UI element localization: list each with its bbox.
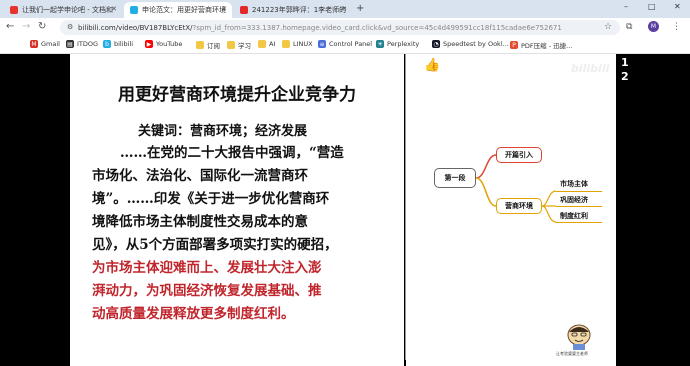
bookmark-star-icon[interactable]: ☆ bbox=[604, 22, 612, 32]
bookmark-pdf[interactable]: P PDF压缩 - 迅捷... bbox=[510, 40, 572, 50]
slide-page: 用更好营商环境提升企业竞争力 关键词：营商环境；经济发展 ……在党的二十大报告中… bbox=[70, 54, 404, 366]
bilibili-icon: b bbox=[103, 40, 111, 48]
bookmark-label: Perplexity bbox=[387, 40, 420, 48]
mindmap-leaf: 市场主体 bbox=[560, 180, 588, 188]
mindmap-leaf: 制度红利 bbox=[560, 212, 588, 220]
url-host-path: bilibili.com/video/BV187BLYcEtX/ bbox=[78, 23, 193, 32]
tab-strip: 让我们一起学申论吧 - 文档和 ✕ 申论范文：用更好营商环境 ✕ 241223年… bbox=[0, 0, 690, 18]
bookmarks-bar: M Gmail ▤ ITDOG b bilibili ▶ YouTube 订阅 学习 A… bbox=[0, 37, 690, 54]
tab-label: 241223年郭晔评：1李老师的 bbox=[252, 6, 347, 14]
mindmap-root: 第一段 bbox=[434, 168, 476, 188]
tab-youtube-video[interactable]: 241223年郭晔评：1李老师的 ✕ bbox=[234, 2, 352, 18]
bookmark-label: Gmail bbox=[41, 40, 60, 48]
connector-to-leaf-3 bbox=[541, 205, 557, 223]
bilibili-tab-icon bbox=[130, 6, 138, 14]
perplexity-icon: ✳ bbox=[376, 40, 384, 48]
site-info-icon[interactable]: ⚙ bbox=[67, 23, 73, 31]
menu-icon[interactable]: ⋮ bbox=[672, 22, 681, 32]
slide-title: 用更好营商环境提升企业竞争力 bbox=[118, 85, 356, 105]
mindmap-leaf: 巩固经济 bbox=[560, 196, 588, 204]
minimize-button[interactable]: – bbox=[624, 2, 628, 11]
bookmark-label: YouTube bbox=[156, 40, 183, 48]
profile-avatar[interactable]: M bbox=[648, 21, 659, 32]
close-window-button[interactable]: ✕ bbox=[674, 2, 681, 11]
close-tab-icon[interactable]: ✕ bbox=[111, 5, 117, 13]
tab-favicon-icon bbox=[10, 6, 18, 14]
gmail-icon: M bbox=[30, 40, 38, 48]
tab-current-video[interactable]: 申论范文：用更好营商环境 ✕ bbox=[124, 2, 232, 18]
slide-line: 见》，从5个方面部署多项实打实的硬招， bbox=[92, 237, 338, 253]
reload-icon[interactable]: ↻ bbox=[38, 21, 46, 32]
teacher-mascot-icon bbox=[567, 324, 591, 350]
mindmap-branch-intro: 开篇引入 bbox=[496, 147, 542, 163]
bookmark-label: LINUX bbox=[293, 40, 313, 48]
folder-icon bbox=[196, 41, 204, 49]
bookmark-label: 学习 bbox=[238, 42, 251, 50]
slide-line: 境”。……印发《关于进一步优化营商环 bbox=[92, 191, 330, 207]
bookmark-folder-linux[interactable]: LINUX bbox=[282, 40, 313, 48]
new-tab-button[interactable]: + bbox=[356, 3, 364, 14]
itdog-icon: ▤ bbox=[66, 40, 74, 48]
connector-to-env bbox=[475, 177, 497, 207]
slide-body: ……在党的二十大报告中强调，“营造 市场化、法治化、国际化一流营商环 境”。……… bbox=[92, 142, 392, 326]
close-tab-icon[interactable]: ✕ bbox=[341, 5, 347, 13]
bookmark-youtube[interactable]: ▶ YouTube bbox=[145, 40, 182, 48]
folder-icon bbox=[258, 40, 266, 48]
forward-arrow-icon[interactable]: → bbox=[22, 21, 30, 32]
connector-to-intro bbox=[475, 154, 497, 179]
slide-line-highlight: 湃动力，为巩固经济恢复发展基础、推 bbox=[92, 283, 322, 299]
tab-shenlun-doc[interactable]: 让我们一起学申论吧 - 文档和 ✕ bbox=[4, 2, 122, 18]
leaf-underline bbox=[556, 222, 602, 223]
youtube-tab-icon bbox=[240, 6, 248, 14]
side-number: 2 bbox=[621, 70, 629, 83]
pdf-icon: P bbox=[510, 41, 518, 49]
extensions-icon[interactable]: ⧉ bbox=[626, 22, 632, 32]
folder-icon bbox=[282, 40, 290, 48]
slide-line-highlight: 为市场主体迎难而上、发展壮大注入澎 bbox=[92, 260, 322, 276]
bookmark-itdog[interactable]: ▤ ITDOG bbox=[66, 40, 98, 48]
close-tab-icon[interactable]: ✕ bbox=[221, 5, 227, 13]
bookmark-control-panel[interactable]: ≡ Control Panel bbox=[318, 40, 372, 48]
browser-toolbar: ← → ↻ ⚙ bilibili.com/video/BV187BLYcEtX/… bbox=[0, 18, 690, 37]
bookmark-speedtest[interactable]: ◔ Speedtest by Ookl... bbox=[432, 40, 509, 48]
bookmark-label: AI bbox=[269, 40, 276, 48]
mascot-caption: 让考验婆婆主老师 bbox=[556, 351, 588, 356]
bookmark-label: ITDOG bbox=[77, 40, 99, 48]
side-number: 1 bbox=[621, 56, 629, 69]
bookmark-bilibili[interactable]: b bilibili bbox=[103, 40, 133, 48]
address-bar[interactable]: ⚙ bilibili.com/video/BV187BLYcEtX/?spm_i… bbox=[60, 20, 620, 35]
folder-icon bbox=[227, 41, 235, 49]
speedtest-icon: ◔ bbox=[432, 40, 440, 48]
slide-line: 境降低市场主体制度性交易成本的意 bbox=[92, 214, 308, 230]
slide-line-highlight: 动高质量发展释放更多制度红利。 bbox=[92, 306, 295, 322]
mindmap-panel: 👍 bilibili 第一段 开篇引入 营商环境 市场主体 巩固经济 制度红利 … bbox=[406, 54, 616, 366]
connector-to-leaf-1 bbox=[541, 190, 557, 207]
maximize-button[interactable]: □ bbox=[648, 2, 656, 11]
slide-keywords: 关键词：营商环境；经济发展 bbox=[138, 124, 308, 139]
slide-line: ……在党的二十大报告中强调，“营造 bbox=[120, 145, 344, 161]
control-panel-icon: ≡ bbox=[318, 40, 326, 48]
url-query: ?spm_id_from=333.1387.homepage.video_car… bbox=[192, 23, 562, 32]
back-arrow-icon[interactable]: ← bbox=[6, 21, 14, 32]
bookmark-label: bilibili bbox=[114, 40, 134, 48]
bookmark-folder-ai[interactable]: AI bbox=[258, 40, 275, 48]
bookmark-label: PDF压缩 - 迅捷... bbox=[521, 42, 573, 50]
tab-label: 申论范文：用更好营商环境 bbox=[142, 6, 226, 14]
bookmark-label: Control Panel bbox=[329, 40, 373, 48]
bookmark-folder-study[interactable]: 学习 bbox=[227, 40, 251, 50]
youtube-icon: ▶ bbox=[145, 40, 153, 48]
tab-label: 让我们一起学申论吧 - 文档和 bbox=[22, 6, 113, 14]
leaf-underline bbox=[556, 191, 602, 192]
bookmark-perplexity[interactable]: ✳ Perplexity bbox=[376, 40, 419, 48]
mindmap-branch-environment: 营商环境 bbox=[496, 198, 542, 214]
bookmark-label: Speedtest by Ookl... bbox=[443, 40, 509, 48]
bookmark-label: 订阅 bbox=[207, 42, 220, 50]
bookmark-folder-subscribe[interactable]: 订阅 bbox=[196, 40, 220, 50]
bookmark-gmail[interactable]: M Gmail bbox=[30, 40, 60, 48]
leaf-underline bbox=[556, 206, 602, 207]
slide-line: 市场化、法治化、国际化一流营商环 bbox=[92, 168, 308, 184]
